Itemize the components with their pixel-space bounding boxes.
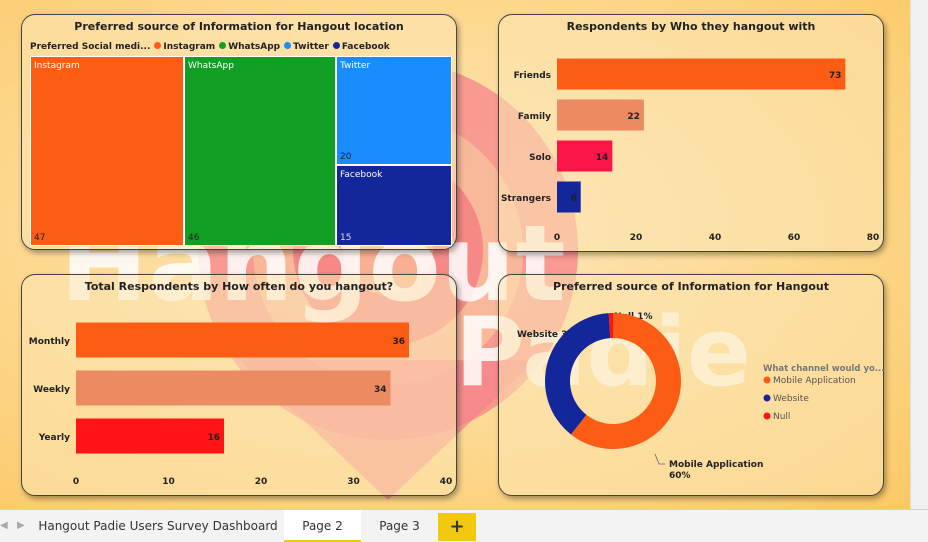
hangout-with-bar-chart: Friends 73Family 22Solo 14Strangers 60 20 40 60… [501,58,880,243]
x-tick-40: 40 [440,477,453,487]
page-tab-bar: ◀ ▶ Hangout Padie Users Survey Dashboard… [0,509,928,542]
category-label-strangers: Strangers [501,194,551,204]
treemap-cell-twitter[interactable]: Twitter 20 [336,56,452,165]
data-label-strangers: 6 [570,194,576,204]
treemap-cell-label: Facebook [340,170,383,180]
donut-legend-item-website[interactable]: Website [773,394,809,404]
x-tick-80: 80 [867,233,880,243]
x-tick-0: 0 [554,233,560,243]
tab-label: Hangout Padie Users Survey Dashboard [38,519,278,533]
legend-dot-icon [219,42,227,49]
category-label-family: Family [518,112,551,122]
tab-label: Page 3 [379,519,420,533]
legend-item-facebook[interactable]: Facebook [332,42,390,52]
donut-chart: Null 1% Website 38% Mobile Application 6… [517,312,885,481]
treemap-cell-value: 20 [340,152,352,162]
treemap-legend: Preferred Social medi... Instagram Whats… [30,42,390,52]
data-label-solo: 14 [596,153,609,163]
category-label-yearly: Yearly [38,433,70,443]
treemap-area: Instagram 47 WhatsApp 46 Twitter 20 Face… [30,56,452,246]
tab-label: Page 2 [302,519,343,533]
next-page-arrow-icon[interactable]: ▶ [17,520,25,531]
data-label-weekly: 34 [374,385,387,395]
category-label-friends: Friends [514,71,551,81]
hangout-with-card[interactable]: Respondents by Who they hangout with Fri… [498,14,884,252]
prev-page-arrow-icon[interactable]: ◀ [0,520,8,531]
legend-item-instagram[interactable]: Instagram [154,42,215,52]
treemap-cell-instagram[interactable]: Instagram 47 [30,56,184,246]
donut-legend-item-mobile-application[interactable]: Mobile Application [773,376,856,386]
donut-label-mobile-pct: 60% [669,471,691,481]
add-page-button[interactable]: + [438,513,476,541]
legend-dot-icon [154,42,162,49]
x-tick-0: 0 [73,477,79,487]
bar-weekly[interactable] [76,370,391,406]
category-label-solo: Solo [529,153,551,163]
x-tick-60: 60 [788,233,801,243]
legend-label: Twitter [293,42,329,52]
treemap-cell-facebook[interactable]: Facebook 15 [336,165,452,246]
treemap-title: Preferred source of Information for Hang… [74,20,404,33]
data-label-monthly: 36 [392,337,405,347]
legend-item-twitter[interactable]: Twitter [284,42,329,52]
report-canvas: Hangout Padie Preferred source of Inform… [0,0,910,509]
legend-label: Facebook [341,42,390,52]
donut-label-mobile: Mobile Application [669,460,763,470]
treemap-cell-label: Twitter [340,61,371,71]
donut-legend-item-null[interactable]: Null [773,412,790,422]
legend-item-whatsapp[interactable]: WhatsApp [219,42,280,52]
treemap-card[interactable]: Preferred source of Information for Hang… [21,14,457,250]
legend-label: Instagram [163,42,216,52]
legend-label: WhatsApp [228,42,281,52]
bar-strangers[interactable] [557,181,581,213]
legend-dot-icon [284,42,292,49]
data-label-friends: 73 [829,71,842,81]
treemap-legend-title: Preferred Social medi... [30,42,151,52]
x-tick-20: 20 [630,233,643,243]
tab-page-3[interactable]: Page 3 [362,510,437,542]
bar-yearly[interactable] [76,418,224,454]
legend-dot-icon [763,412,771,420]
treemap-cell-value: 47 [34,233,46,243]
x-tick-30: 30 [347,477,360,487]
legend-dot-icon [763,376,771,384]
right-scroll-strip [910,0,928,509]
bar-monthly[interactable] [76,322,409,358]
donut-card[interactable]: Preferred source of Information for Hang… [498,274,885,496]
data-label-family: 22 [627,112,640,122]
how-often-card[interactable]: Total Respondents by How often do you ha… [21,274,457,496]
x-tick-40: 40 [709,233,722,243]
bar-friends[interactable] [557,58,846,90]
treemap-cell-value: 15 [340,233,352,243]
treemap-cell-value: 46 [188,233,200,243]
x-tick-10: 10 [162,477,175,487]
donut-leader-mobile [654,453,665,465]
treemap-cell-label: WhatsApp [188,61,234,71]
data-label-yearly: 16 [207,433,220,443]
tab-page-2[interactable]: Page 2 [284,510,361,542]
donut-legend-title: What channel would yo... [763,364,885,374]
legend-dot-icon [332,42,340,49]
how-often-bar-chart: Monthly 36 Weekly 34 Yearly 16 0 10 20 30 40 [29,322,453,487]
legend-dot-icon [763,394,771,402]
treemap-cell-whatsapp[interactable]: WhatsApp 46 [184,56,336,246]
treemap-cell-label: Instagram [34,61,80,71]
category-label-weekly: Weekly [33,385,70,395]
tab-dashboard[interactable]: Hangout Padie Users Survey Dashboard [33,510,283,542]
category-label-monthly: Monthly [29,337,70,347]
x-tick-20: 20 [255,477,268,487]
